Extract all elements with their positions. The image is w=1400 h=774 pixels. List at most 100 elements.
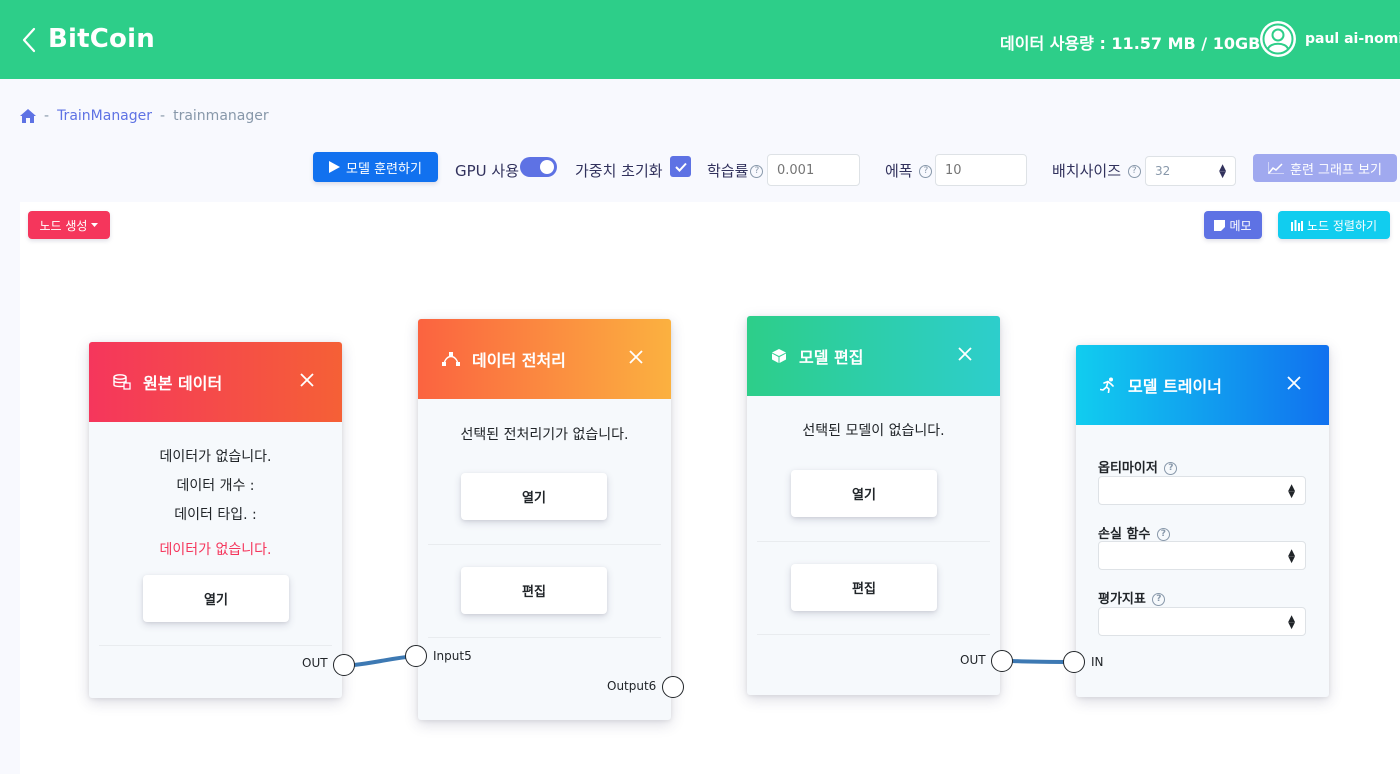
epoch-input[interactable] (935, 154, 1027, 186)
open-button[interactable]: 열기 (791, 470, 937, 517)
learning-rate-label: 학습률? (707, 160, 764, 181)
select-caret-icon: ▲ ▼ (1288, 614, 1295, 631)
create-node-button-label: 노드 생성 (39, 218, 88, 233)
username[interactable]: paul ai-nomis (1305, 31, 1400, 47)
input-port[interactable] (1063, 651, 1085, 673)
node-header[interactable]: 원본 데이터 (89, 342, 342, 422)
caret-down-icon (91, 223, 99, 227)
in-port-label: IN (1091, 655, 1104, 669)
memo-button[interactable]: 메모 (1204, 211, 1262, 239)
breadcrumb-separator: - (160, 108, 166, 124)
sort-nodes-button-label: 노드 정렬하기 (1306, 218, 1378, 233)
gpu-label: GPU 사용 (455, 162, 520, 180)
edit-button[interactable]: 편집 (791, 564, 937, 611)
data-error-text: 데이터가 없습니다. (159, 542, 272, 558)
learning-rate-label-text: 학습률 (707, 162, 749, 180)
divider (757, 541, 990, 542)
gpu-toggle[interactable] (520, 157, 557, 177)
app-title: BitCoin (48, 24, 155, 54)
sort-nodes-button[interactable]: 노드 정렬하기 (1278, 211, 1390, 239)
breadcrumb-trainmanager[interactable]: TrainManager (57, 108, 152, 124)
output-port[interactable] (333, 654, 355, 676)
node-header[interactable]: 데이터 전처리 (418, 319, 671, 399)
user-avatar-icon[interactable] (1260, 21, 1296, 57)
help-icon[interactable]: ? (1156, 528, 1170, 541)
close-icon[interactable] (627, 348, 645, 366)
metric-select[interactable]: ▲ ▼ (1098, 607, 1306, 636)
output-port[interactable] (662, 676, 684, 698)
open-button[interactable]: 열기 (143, 575, 289, 622)
cube-icon (772, 349, 786, 363)
loss-function-label: 손실 함수 ? (1098, 523, 1170, 542)
help-icon[interactable]: ? (1164, 462, 1178, 475)
open-button[interactable]: 열기 (461, 473, 607, 520)
no-model-text: 선택된 모델이 없습니다. (802, 423, 945, 439)
breadcrumb: - TrainManager - trainmanager (20, 108, 269, 124)
memo-button-label: 메모 (1229, 218, 1252, 233)
node-header[interactable]: 모델 편집 (747, 316, 1000, 396)
edit-button[interactable]: 편집 (461, 567, 607, 614)
breadcrumb-separator: - (44, 108, 50, 124)
create-node-button[interactable]: 노드 생성 (28, 211, 110, 239)
train-model-button-label: 모델 훈련하기 (346, 161, 422, 177)
loss-function-select[interactable]: ▲ ▼ (1098, 541, 1306, 570)
node-title: 원본 데이터 (143, 374, 223, 393)
check-icon (674, 162, 687, 172)
data-count-label: 데이터 개수 : (176, 478, 255, 494)
node-title: 모델 편집 (799, 348, 864, 367)
input-port[interactable] (405, 645, 427, 667)
select-caret-icon: ▲ ▼ (1288, 548, 1295, 565)
close-icon[interactable] (956, 345, 974, 363)
data-type-label: 데이터 타입. : (174, 507, 257, 523)
app-header: BitCoin 데이터 사용량 : 11.57 MB / 10GB paul a… (0, 0, 1400, 79)
database-icon (113, 374, 131, 390)
line-chart-icon (1268, 162, 1284, 174)
select-caret-icon: ▲ ▼ (1288, 483, 1295, 500)
no-preprocessor-text: 선택된 전처리기가 없습니다. (460, 427, 629, 443)
play-icon (329, 161, 341, 173)
output-port[interactable] (991, 650, 1013, 672)
init-weights-checkbox[interactable] (670, 156, 691, 177)
data-usage-text: 데이터 사용량 : 11.57 MB / 10GB (1000, 34, 1261, 53)
divider (757, 634, 990, 635)
close-icon[interactable] (1285, 374, 1303, 392)
loss-function-label-text: 손실 함수 (1098, 527, 1151, 542)
bezier-curve-icon (442, 352, 460, 366)
batch-size-value: 32 (1155, 164, 1171, 178)
divider (99, 645, 332, 646)
help-icon[interactable]: ? (750, 165, 764, 178)
optimizer-select[interactable]: ▲ ▼ (1098, 476, 1306, 505)
train-model-button[interactable]: 모델 훈련하기 (313, 152, 438, 182)
node-header[interactable]: 모델 트레이너 (1076, 345, 1329, 425)
no-data-text: 데이터가 없습니다. (159, 449, 272, 465)
source-data-node[interactable]: 원본 데이터 데이터가 없습니다. 데이터 개수 : 데이터 타입. : 데이터… (89, 342, 342, 698)
running-icon (1100, 377, 1114, 393)
select-caret-icon: ▲ ▼ (1219, 163, 1226, 180)
out-port-label: OUT (960, 653, 986, 667)
learning-rate-input[interactable] (767, 154, 860, 186)
epoch-label: 에폭 ? (885, 160, 933, 181)
metric-label: 평가지표 ? (1098, 588, 1166, 607)
align-bars-icon (1290, 219, 1303, 231)
home-icon[interactable] (20, 109, 36, 123)
toggle-knob (540, 160, 554, 174)
model-trainer-node[interactable]: 모델 트레이너 옵티마이저 ? ▲ ▼ 손실 함수 ? ▲ ▼ 평가지표 ? ▲ ▼ (1076, 345, 1329, 697)
help-icon[interactable]: ? (1152, 593, 1166, 606)
divider (428, 544, 661, 545)
sticky-note-icon (1214, 219, 1226, 231)
training-toolbar: 모델 훈련하기 GPU 사용 가중치 초기화 학습률? 에폭 ? 배치사이즈 ?… (0, 152, 1400, 188)
optimizer-label: 옵티마이저 ? (1098, 457, 1178, 476)
batch-size-label: 배치사이즈 ? (1052, 160, 1141, 181)
model-edit-node[interactable]: 모델 편집 선택된 모델이 없습니다. 열기 편집 (747, 316, 1000, 695)
node-title: 데이터 전처리 (472, 351, 566, 370)
back-chevron-icon[interactable] (22, 27, 36, 53)
close-icon[interactable] (298, 371, 316, 389)
divider (428, 637, 661, 638)
input-port-label: Input5 (433, 649, 472, 663)
help-icon[interactable]: ? (1127, 165, 1141, 178)
help-icon[interactable]: ? (919, 165, 933, 178)
output-port-label: Output6 (607, 679, 657, 693)
training-graph-button[interactable]: 훈련 그래프 보기 (1253, 154, 1397, 182)
epoch-label-text: 에폭 (885, 162, 913, 180)
batch-size-select[interactable]: 32 ▲ ▼ (1145, 156, 1236, 186)
